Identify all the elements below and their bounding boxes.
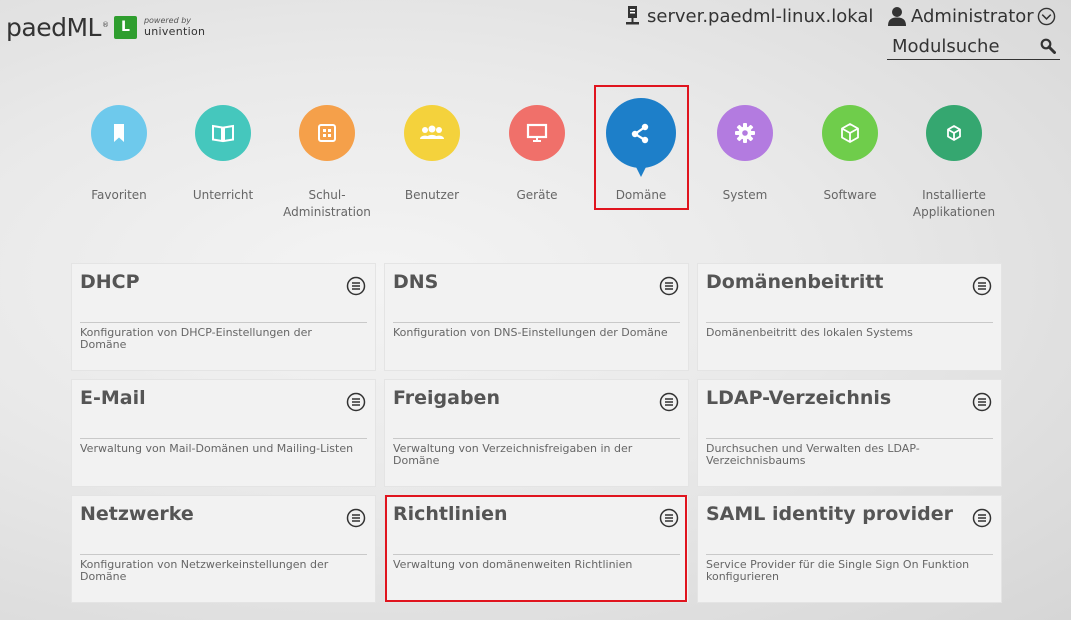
logo-wordmark: paedML xyxy=(6,12,101,42)
module-tile-netzwerke[interactable]: Netzwerke Konfiguration von Netzwerkeins… xyxy=(72,496,375,602)
category-benutzer[interactable]: Benutzer xyxy=(380,98,484,204)
module-title: Netzwerke xyxy=(80,503,194,525)
module-tile-ldap-verzeichnis[interactable]: LDAP-Verzeichnis Durchsuchen und Verwalt… xyxy=(698,380,1001,486)
module-title: Freigaben xyxy=(393,387,500,409)
logo-badge: L xyxy=(113,15,137,39)
separator xyxy=(706,554,993,555)
package-icon xyxy=(822,105,878,161)
installed-apps-icon xyxy=(926,105,982,161)
logo-powered-by: powered by xyxy=(143,16,192,25)
menu-icon[interactable] xyxy=(346,508,366,528)
highlight-frame-domaene xyxy=(594,85,689,210)
module-tile-dhcp[interactable]: DHCP Konfiguration von DHCP-Einstellunge… xyxy=(72,264,375,370)
open-book-icon xyxy=(195,105,251,161)
module-tile-saml-identity-provider[interactable]: SAML identity provider Service Provider … xyxy=(698,496,1001,602)
category-installierte-applikationen[interactable]: Installierte Applikationen xyxy=(902,98,1006,221)
user-icon xyxy=(888,7,906,26)
module-tile-domaenenbeitritt[interactable]: Domänenbeitritt Domänenbeitritt des loka… xyxy=(698,264,1001,370)
menu-icon[interactable] xyxy=(972,508,992,528)
monitor-icon xyxy=(509,105,565,161)
category-label: Software xyxy=(823,188,877,202)
server-icon xyxy=(626,6,639,25)
category-favoriten[interactable]: Favoriten xyxy=(67,98,171,204)
module-title: DNS xyxy=(393,271,439,293)
module-search-input[interactable] xyxy=(887,35,1032,57)
user-name: Administrator xyxy=(911,5,1034,27)
gear-icon xyxy=(717,105,773,161)
module-title: SAML identity provider xyxy=(706,503,953,525)
menu-icon[interactable] xyxy=(346,392,366,412)
module-tile-freigaben[interactable]: Freigaben Verwaltung von Verzeichnisfrei… xyxy=(385,380,688,486)
module-title: DHCP xyxy=(80,271,140,293)
bookmark-icon xyxy=(91,105,147,161)
school-admin-icon xyxy=(299,105,355,161)
category-label: Schul- Administration xyxy=(283,188,371,219)
menu-icon[interactable] xyxy=(346,276,366,296)
menu-icon[interactable] xyxy=(659,392,679,412)
category-label: Geräte xyxy=(516,188,558,202)
chevron-down-icon[interactable] xyxy=(1037,7,1056,26)
separator xyxy=(80,322,367,323)
separator xyxy=(706,322,993,323)
user-menu[interactable]: Administrator xyxy=(887,4,1056,28)
users-icon xyxy=(404,105,460,161)
module-description: Verwaltung von Verzeichnisfreigaben in d… xyxy=(393,442,633,467)
module-title: E-Mail xyxy=(80,387,146,409)
category-geraete[interactable]: Geräte xyxy=(485,98,589,204)
module-description: Durchsuchen und Verwalten des LDAP-Verze… xyxy=(706,442,920,467)
module-tile-dns[interactable]: DNS Konfiguration von DNS-Einstellungen … xyxy=(385,264,688,370)
category-label: Favoriten xyxy=(91,188,147,202)
separator xyxy=(393,438,680,439)
category-label: System xyxy=(722,188,768,202)
separator xyxy=(706,438,993,439)
module-title: LDAP-Verzeichnis xyxy=(706,387,892,409)
category-software[interactable]: Software xyxy=(798,98,902,204)
category-system[interactable]: System xyxy=(693,98,797,204)
category-unterricht[interactable]: Unterricht xyxy=(171,98,275,204)
paedml-logo: paedML ® L powered by univention xyxy=(6,12,206,42)
module-description: Verwaltung von Mail-Domänen und Mailing-… xyxy=(80,442,354,455)
module-tile-email[interactable]: E-Mail Verwaltung von Mail-Domänen und M… xyxy=(72,380,375,486)
module-title: Domänenbeitritt xyxy=(706,271,884,293)
category-schul-administration[interactable]: Schul- Administration xyxy=(275,98,379,221)
menu-icon[interactable] xyxy=(659,276,679,296)
menu-icon[interactable] xyxy=(972,392,992,412)
module-description: Konfiguration von DNS-Einstellungen der … xyxy=(393,326,668,339)
module-description: Service Provider für die Single Sign On … xyxy=(706,558,970,583)
category-label: Installierte Applikationen xyxy=(912,188,996,219)
category-label: Unterricht xyxy=(192,188,254,202)
separator xyxy=(80,438,367,439)
module-description: Domänenbeitritt des lokalen Systems xyxy=(706,326,913,339)
server-name: server.paedml-linux.lokal xyxy=(647,5,874,27)
highlight-frame-richtlinien xyxy=(385,495,687,602)
module-description: Konfiguration von DHCP-Einstellungen der… xyxy=(80,326,312,351)
menu-icon[interactable] xyxy=(972,276,992,296)
module-search xyxy=(887,35,1060,60)
logo-vendor: univention xyxy=(143,25,206,38)
module-description: Konfiguration von Netzwerkeinstellungen … xyxy=(80,558,329,583)
separator xyxy=(80,554,367,555)
separator xyxy=(393,322,680,323)
category-label: Benutzer xyxy=(404,188,460,202)
server-info: server.paedml-linux.lokal xyxy=(626,4,873,28)
search-icon[interactable] xyxy=(1040,38,1056,54)
